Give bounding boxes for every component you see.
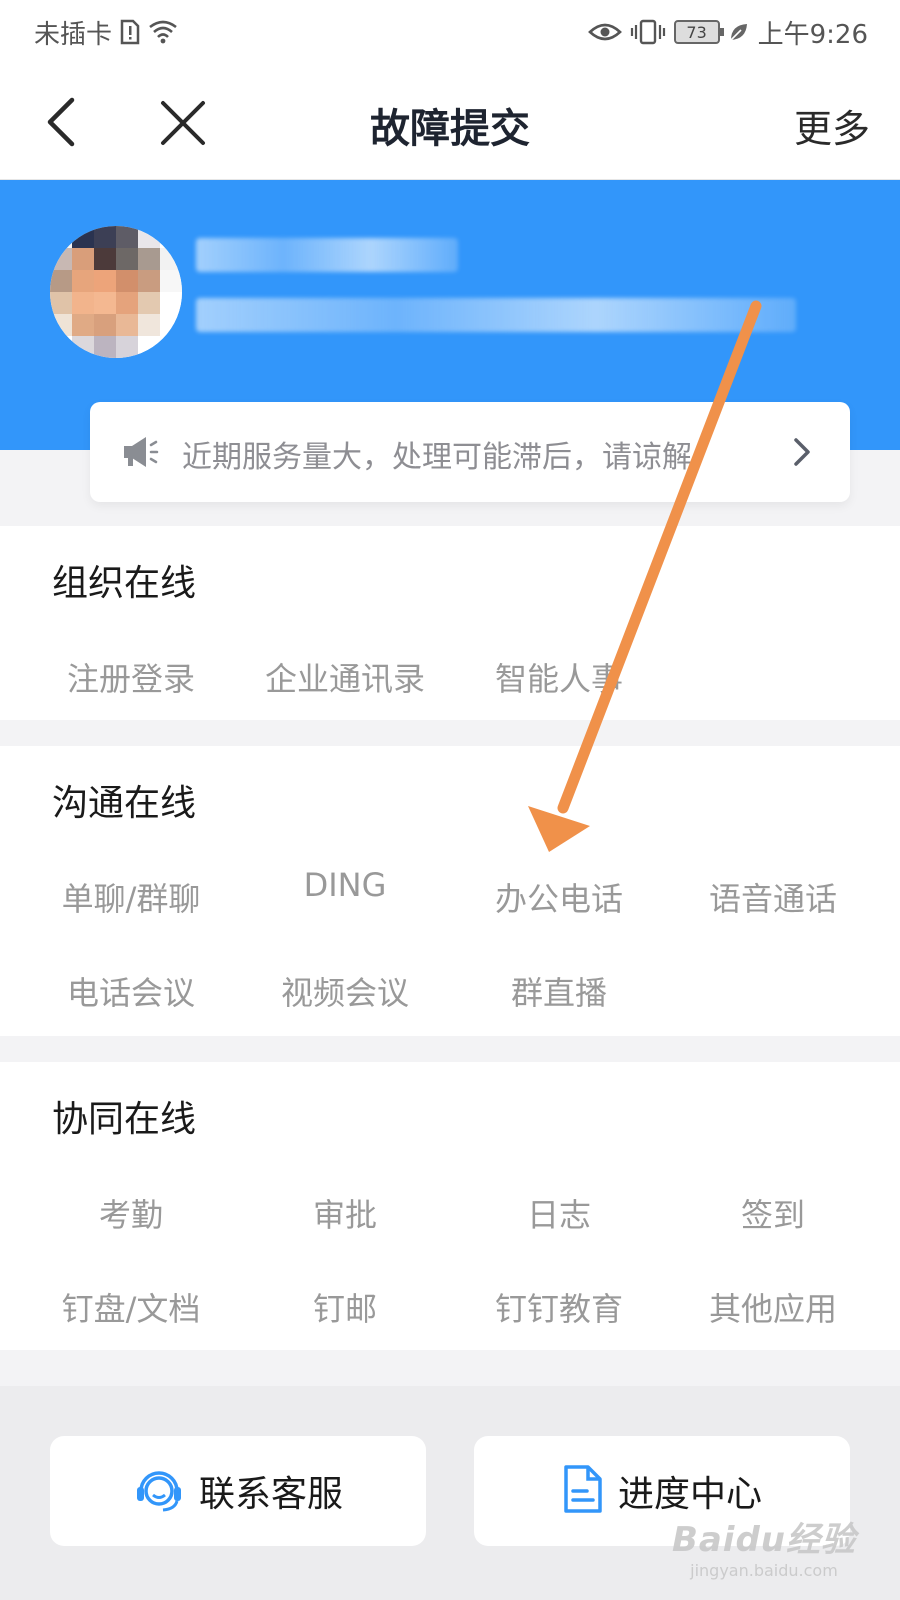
section-comm: 沟通在线 单聊/群聊 DING 办公电话 语音通话 电话会议 视频会议 群直播 [0, 746, 900, 1036]
item-ding[interactable]: DING [238, 866, 452, 904]
comm-row-1: 单聊/群聊 DING 办公电话 语音通话 [0, 866, 900, 934]
item-smart-hr[interactable]: 智能人事 [452, 654, 666, 700]
megaphone-icon [120, 434, 160, 470]
clock-text: 上午9:26 [757, 19, 868, 50]
contact-support-button[interactable]: 联系客服 [50, 1436, 426, 1546]
item-group-live[interactable]: 群直播 [452, 968, 666, 1014]
section-collab: 协同在线 考勤 审批 日志 签到 钉盘/文档 钉邮 钉钉教育 其他应用 [0, 1062, 900, 1350]
vibrate-icon [630, 19, 666, 45]
nav-bar: 故障提交 更多 [0, 64, 900, 180]
progress-center-button[interactable]: 进度中心 [474, 1436, 850, 1546]
item-video-conference[interactable]: 视频会议 [238, 968, 452, 1014]
item-phone-conference[interactable]: 电话会议 [24, 968, 238, 1014]
avatar [50, 226, 182, 358]
item-approval[interactable]: 审批 [238, 1190, 452, 1236]
section-title-comm: 沟通在线 [52, 783, 197, 824]
status-left: 未插卡 [34, 14, 178, 51]
item-education[interactable]: 钉钉教育 [452, 1284, 666, 1330]
user-name-redacted [196, 238, 458, 272]
item-company-directory[interactable]: 企业通讯录 [238, 654, 452, 700]
section-title-org: 组织在线 [52, 563, 197, 604]
eye-comfort-icon [587, 21, 622, 43]
comm-row-2: 电话会议 视频会议 群直播 [0, 968, 900, 1028]
contact-support-label: 联系客服 [198, 1474, 343, 1515]
notice-banner[interactable]: 近期服务量大，处理可能滞后，请谅解 [90, 402, 850, 502]
notice-text: 近期服务量大，处理可能滞后，请谅解 [182, 440, 692, 475]
status-bar: 未插卡 73 上午9:26 [0, 0, 900, 64]
close-icon [161, 101, 205, 145]
item-single-group-chat[interactable]: 单聊/群聊 [24, 874, 238, 920]
item-check-in[interactable]: 签到 [666, 1190, 880, 1236]
section-title-collab: 协同在线 [52, 1099, 197, 1140]
item-voice-call[interactable]: 语音通话 [666, 874, 880, 920]
headset-icon [133, 1463, 185, 1519]
avatar-pixelated-photo [50, 226, 182, 358]
leaf-icon [728, 21, 750, 43]
collab-row-2: 钉盘/文档 钉邮 钉钉教育 其他应用 [0, 1284, 900, 1344]
more-button[interactable]: 更多 [794, 98, 870, 153]
close-button[interactable] [158, 98, 208, 148]
chevron-right-icon [792, 436, 812, 468]
document-icon [562, 1464, 604, 1518]
collab-row-1: 考勤 审批 日志 签到 [0, 1190, 900, 1250]
item-register-login[interactable]: 注册登录 [24, 654, 238, 700]
item-office-phone[interactable]: 办公电话 [452, 874, 666, 920]
battery-icon: 73 [673, 20, 724, 44]
progress-center-label: 进度中心 [617, 1474, 762, 1515]
section-org: 组织在线 注册登录 企业通讯录 智能人事 [0, 526, 900, 720]
item-mail[interactable]: 钉邮 [238, 1284, 452, 1330]
wifi-icon [148, 19, 178, 45]
back-arrow-icon [47, 97, 75, 147]
status-right: 73 上午9:26 [587, 14, 868, 51]
org-row-1: 注册登录 企业通讯录 智能人事 [0, 654, 900, 714]
item-other-apps[interactable]: 其他应用 [666, 1284, 880, 1330]
item-attendance[interactable]: 考勤 [24, 1190, 238, 1236]
page-title: 故障提交 [370, 106, 530, 152]
sim-alert-icon [120, 19, 140, 45]
item-log[interactable]: 日志 [452, 1190, 666, 1236]
back-button[interactable] [40, 94, 80, 150]
item-drive-docs[interactable]: 钉盘/文档 [24, 1284, 238, 1330]
carrier-text: 未插卡 [34, 19, 113, 50]
user-org-redacted [196, 298, 796, 332]
